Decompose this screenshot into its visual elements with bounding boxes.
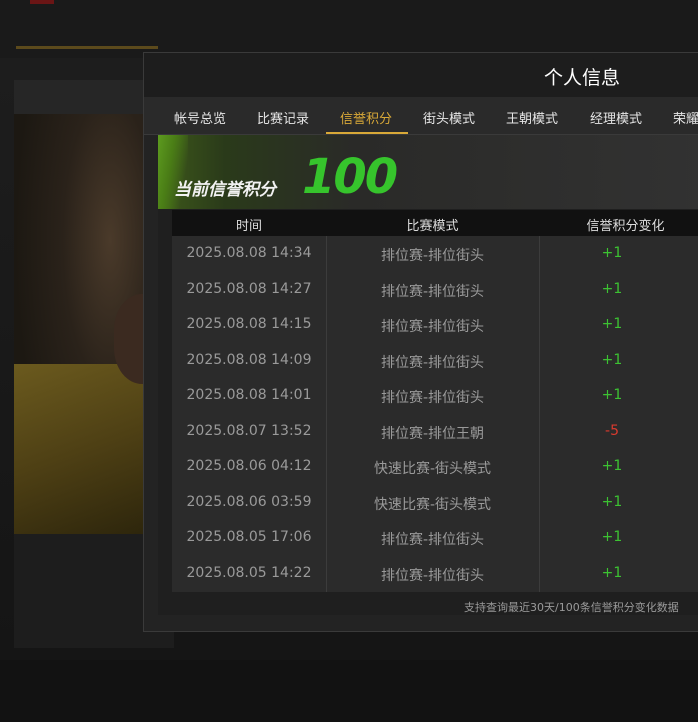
background-bottom-nav [0,660,698,722]
cell-mode: 排位赛-排位街头 [380,283,485,300]
query-limit-note: 支持查询最近30天/100条信誉积分变化数据 [158,599,698,619]
credit-score-label: 当前信誉积分 [174,180,276,200]
cell-time: 2025.08.07 13:52 [186,422,312,439]
cell-time: 2025.08.05 17:06 [186,529,312,545]
cell-time: 2025.08.08 14:34 [186,245,312,261]
table-row: 2025.08.08 14:27 排位赛-排位街头 +1 [172,272,698,308]
dialog-title: 个人信息 [544,67,621,89]
dialog-tab-bar: 帐号总览 比赛记录 信誉积分 街头模式 王朝模式 经理模式 荣耀 [144,97,698,135]
credit-score-banner: 当前信誉积分 100 [158,135,698,209]
cell-mode: 排位赛-排位街头 [380,319,485,335]
tab-honor[interactable]: 荣耀 [673,108,698,127]
cell-change: +1 [601,387,623,403]
table-row: 2025.08.08 14:15 排位赛-排位街头 +1 [172,307,698,343]
table-header: 时间 比赛模式 信誉积分变化 [172,210,698,236]
cell-mode: 排位赛-排位街头 [380,567,485,584]
table-body[interactable]: 2025.08.08 14:34 排位赛-排位街头 +1 2025.08.08 … [172,236,698,592]
query-limit-text: 支持查询最近30天/100条信誉积分变化数据 [464,601,679,614]
tab-credit-score[interactable]: 信誉积分 [340,108,392,127]
cell-time: 2025.08.08 14:01 [186,387,312,403]
cell-change: +1 [601,316,623,332]
column-header-time: 时间 [235,219,262,234]
table-row: 2025.08.06 03:59 快速比赛-街头模式 +1 [172,485,698,521]
table-row: 2025.08.06 04:12 快速比赛-街头模式 +1 [172,449,698,485]
active-tab-indicator [326,132,408,134]
cell-change: +1 [601,245,623,261]
tab-account-overview[interactable]: 帐号总览 [174,108,226,127]
table-row: 2025.08.05 14:22 排位赛-排位街头 +1 [172,556,698,592]
cell-mode: 排位赛-排位街头 [380,248,485,264]
tab-manager-mode[interactable]: 经理模式 [590,108,642,127]
table-row: 2025.08.08 14:01 排位赛-排位街头 +1 [172,378,698,414]
table-row: 2025.08.08 14:34 排位赛-排位街头 +1 [172,236,698,272]
table-row: 2025.08.07 13:52 排位赛-排位王朝 -5 [172,414,698,450]
cell-change: +1 [601,529,623,545]
tab-street-mode[interactable]: 街头模式 [423,108,475,127]
cell-change: -5 [605,422,619,439]
personal-info-dialog: 个人信息 帐号总览 比赛记录 信誉积分 街头模式 王朝模式 经理模式 荣耀 当前… [143,52,698,632]
cell-change: +1 [601,493,623,510]
table-row: 2025.08.08 14:09 排位赛-排位街头 +1 [172,343,698,379]
cell-mode: 排位赛-排位街头 [380,354,485,371]
cell-mode: 排位赛-排位王朝 [380,425,485,442]
column-header-change: 信誉积分变化 [586,219,665,234]
tab-dynasty-mode[interactable]: 王朝模式 [506,108,558,127]
cell-change: +1 [601,351,623,368]
background-top-nav [0,0,698,58]
cell-change: +1 [601,458,623,474]
cell-change: +1 [601,564,623,581]
column-header-mode: 比赛模式 [406,219,459,234]
background-tab-underline [16,46,158,49]
credit-score-value: 100 [302,149,398,205]
background-red-marker [30,0,54,4]
table-row: 2025.08.05 17:06 排位赛-排位街头 +1 [172,520,698,556]
cell-mode: 快速比赛-街头模式 [373,496,492,513]
dialog-header: 个人信息 [144,53,698,97]
tab-match-record[interactable]: 比赛记录 [257,108,309,127]
cell-time: 2025.08.08 14:15 [186,316,312,332]
cell-mode: 排位赛-排位街头 [380,532,485,548]
cell-time: 2025.08.08 14:27 [186,280,312,297]
cell-time: 2025.08.06 03:59 [186,493,312,510]
cell-time: 2025.08.06 04:12 [186,458,312,474]
credit-score-panel: 当前信誉积分 100 时间 比赛模式 信誉积分变化 2025.08.08 14:… [158,135,698,615]
cell-time: 2025.08.05 14:22 [186,564,312,581]
cell-mode: 排位赛-排位街头 [380,390,485,406]
cell-time: 2025.08.08 14:09 [186,351,312,368]
cell-change: +1 [601,280,623,297]
cell-mode: 快速比赛-街头模式 [373,461,492,477]
